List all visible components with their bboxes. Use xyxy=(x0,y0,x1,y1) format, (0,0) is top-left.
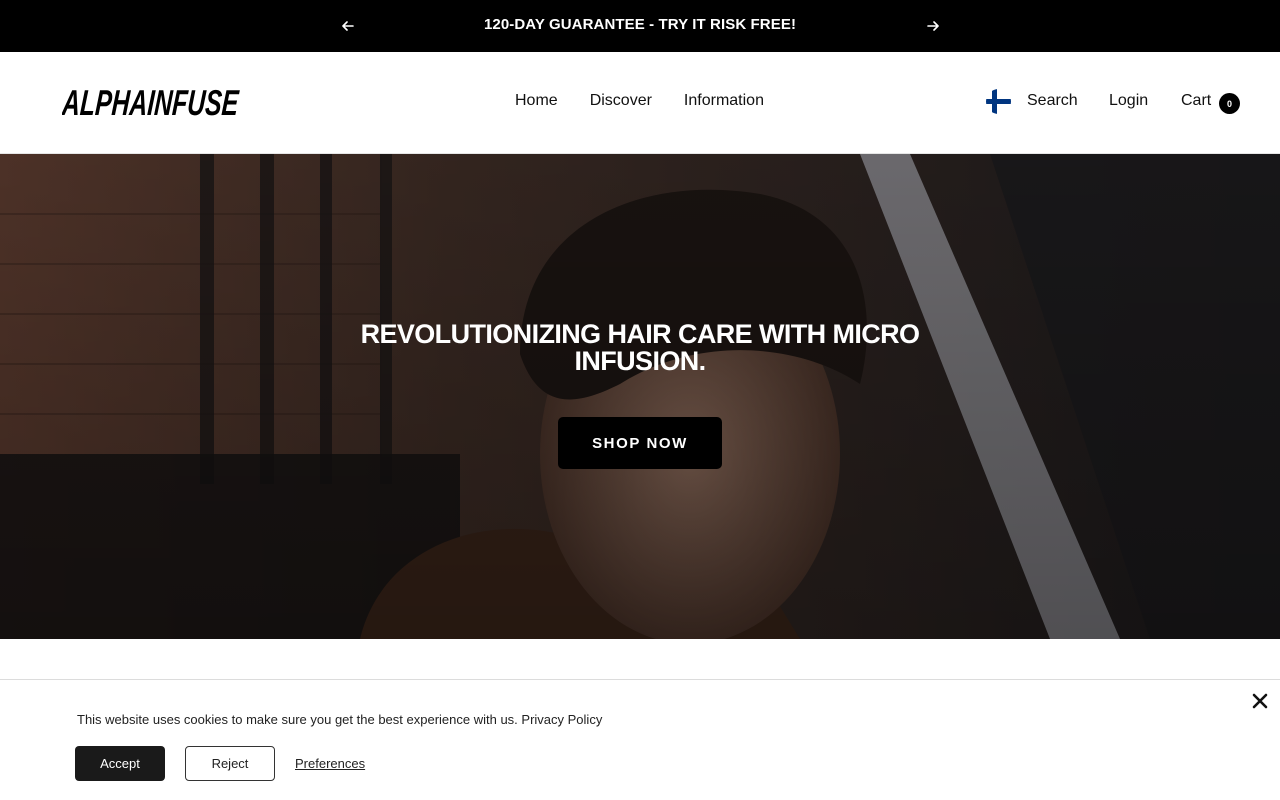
arrow-left-icon[interactable] xyxy=(339,17,357,35)
arrow-right-icon[interactable] xyxy=(924,17,942,35)
login-link[interactable]: Login xyxy=(1109,92,1148,110)
cookie-banner: This website uses cookies to make sure y… xyxy=(0,679,1280,800)
main-nav: Home Discover Information xyxy=(515,92,764,110)
cart-count-badge[interactable]: 0 xyxy=(1219,93,1240,114)
cookie-message-line: This website uses cookies to make sure y… xyxy=(77,712,602,727)
accept-button[interactable]: Accept xyxy=(75,746,165,781)
announcement-message: 120-DAY GUARANTEE - TRY IT RISK FREE! xyxy=(483,16,797,33)
reject-button[interactable]: Reject xyxy=(185,746,275,781)
nav-item-home[interactable]: Home xyxy=(515,92,558,110)
shop-now-button[interactable]: SHOP NOW xyxy=(558,417,722,469)
site-header: ALPHAINFUSE Home Discover Information Se… xyxy=(0,52,1280,154)
cart-link[interactable]: Cart xyxy=(1181,92,1211,110)
logo[interactable]: ALPHAINFUSE xyxy=(60,80,242,124)
announcement-bar: 120-DAY GUARANTEE - TRY IT RISK FREE! xyxy=(0,0,1280,52)
hero-image xyxy=(0,154,1280,639)
privacy-policy-link[interactable]: Privacy Policy xyxy=(521,712,602,727)
logo-text: ALPHAINFUSE xyxy=(62,82,241,123)
preferences-link[interactable]: Preferences xyxy=(295,756,365,771)
cookie-message: This website uses cookies to make sure y… xyxy=(77,712,518,727)
nav-item-information[interactable]: Information xyxy=(684,92,764,110)
close-icon[interactable] xyxy=(1250,691,1270,711)
hero-banner: REVOLUTIONIZING HAIR CARE WITH MICRO INF… xyxy=(0,154,1280,639)
finland-flag-icon[interactable] xyxy=(986,89,1011,114)
nav-item-discover[interactable]: Discover xyxy=(590,92,652,110)
search-link[interactable]: Search xyxy=(1027,92,1078,110)
hero-title: REVOLUTIONIZING HAIR CARE WITH MICRO INF… xyxy=(360,319,920,376)
